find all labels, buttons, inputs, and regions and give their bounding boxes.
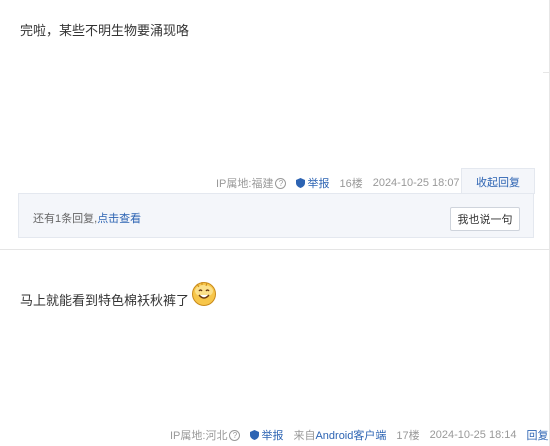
floor-number: 17楼	[396, 430, 420, 442]
post-tail: IP属地:福建 ? 举报 16楼 2024-10-25 18:07	[216, 175, 470, 191]
client-link[interactable]: Android客户端	[315, 427, 386, 443]
view-replies-link[interactable]: 点击查看	[97, 213, 141, 225]
reply-link[interactable]: 回复	[526, 427, 548, 443]
shield-icon	[250, 430, 260, 440]
report-label: 举报	[307, 178, 330, 190]
client-prefix: 来自	[293, 430, 316, 442]
shield-icon	[296, 178, 306, 188]
ip-location: IP属地:河北 ?	[170, 427, 241, 443]
more-replies-prefix: 还有1条回复,	[33, 213, 98, 225]
post-floor-17	[0, 250, 550, 446]
collapse-reply-button[interactable]: 收起回复	[461, 168, 535, 194]
report-label: 举报	[261, 430, 284, 442]
reply-box: 还有1条回复,点击查看 我也说一句	[18, 193, 534, 238]
post-floor-16: 完啦，某些不明生物要涌现咯 IP属地:福建 ? 举报 16楼 2024-10-2…	[0, 0, 550, 250]
reply-button[interactable]: 我也说一句	[450, 207, 520, 231]
smiling-face-emoji-icon	[192, 282, 217, 306]
ip-location-text: IP属地:河北	[170, 430, 228, 442]
post-content-2: 马上就能看到特色棉袄秋裤了	[20, 282, 217, 312]
report-link[interactable]: 举报	[250, 427, 283, 443]
post-content-text: 马上就能看到特色棉袄秋裤了	[20, 292, 190, 308]
post-tail-2: IP属地:河北 ? 举报 来自 Android客户端 17楼 2024-10-25…	[170, 427, 548, 443]
floor-number: 16楼	[339, 178, 363, 190]
help-icon[interactable]: ?	[275, 177, 287, 189]
client-source: 来自 Android客户端	[293, 427, 386, 443]
more-replies-text: 还有1条回复,点击查看	[33, 210, 141, 226]
ip-location-text: IP属地:福建	[216, 178, 274, 190]
help-icon[interactable]: ?	[229, 429, 241, 441]
ip-location: IP属地:福建 ?	[216, 175, 287, 191]
post-time: 2024-10-25 18:07	[372, 177, 460, 189]
post-time: 2024-10-25 18:14	[429, 429, 517, 441]
report-link[interactable]: 举报	[296, 175, 329, 191]
post-content: 完啦，某些不明生物要涌现咯	[20, 23, 190, 38]
